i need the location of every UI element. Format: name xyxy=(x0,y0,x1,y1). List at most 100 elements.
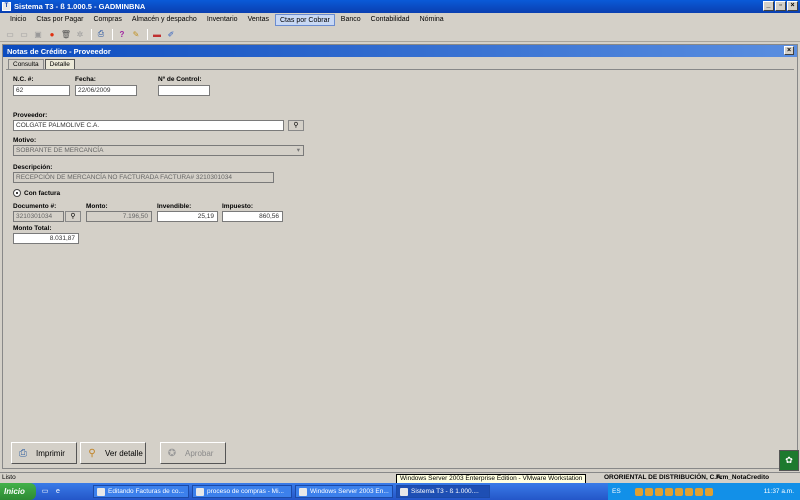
approve-icon: ✪ xyxy=(167,447,177,459)
monto-field[interactable]: 7.196,50 xyxy=(86,211,152,222)
window-controls: _ ▫ × xyxy=(763,1,798,11)
tray-icon[interactable] xyxy=(684,487,693,496)
app-icon xyxy=(400,487,408,496)
tray-icon[interactable] xyxy=(694,487,703,496)
title-bar: T Sistema T3 - ß 1.000.5 - GADMINBNA _ ▫… xyxy=(0,0,800,13)
aprobar-button[interactable]: ✪ Aprobar xyxy=(160,442,226,464)
browser-icon[interactable]: e xyxy=(53,487,63,497)
chevron-down-icon: ▾ xyxy=(296,147,300,154)
vm-icon xyxy=(299,487,307,496)
menu-almacen[interactable]: Almacén y despacho xyxy=(128,14,201,26)
descripcion-label: Descripción: xyxy=(13,164,53,171)
child-close-button[interactable]: × xyxy=(784,46,794,55)
fecha-field[interactable]: 22/06/2009 xyxy=(75,85,137,96)
invendible-label: Invendible: xyxy=(157,203,192,210)
invendible-field[interactable]: 25,19 xyxy=(157,211,218,222)
task-label: Windows Server 2003 En... xyxy=(310,488,389,495)
child-title-bar: Notas de Crédito - Proveedor × xyxy=(3,45,797,57)
stop-icon[interactable]: ● xyxy=(46,28,58,40)
radio-selected-icon xyxy=(13,189,21,197)
motivo-select[interactable]: SOBRANTE DE MERCANCÍA ▾ xyxy=(13,145,304,156)
tray-icon[interactable] xyxy=(634,487,643,496)
printer-icon: ⎙ xyxy=(19,447,27,459)
proveedor-field[interactable]: COLGATE PALMOLIVE C.A. xyxy=(13,120,284,131)
menu-ctas-por-cobrar[interactable]: Ctas por Cobrar xyxy=(275,14,335,26)
menu-ctas-por-pagar[interactable]: Ctas por Pagar xyxy=(32,14,87,26)
document-icon xyxy=(196,487,204,496)
show-desktop-icon[interactable]: ▭ xyxy=(40,487,50,497)
search-documento-button[interactable]: ⚲ xyxy=(65,211,81,222)
save-icon[interactable]: ▣ xyxy=(32,28,44,40)
notas-credito-window: Notas de Crédito - Proveedor × Consulta … xyxy=(2,44,798,469)
language-indicator[interactable]: ES xyxy=(612,488,621,495)
task-item[interactable]: Editando Facturas de co... xyxy=(93,485,189,498)
descripcion-field[interactable]: RECEPCIÓN DE MERCANCÍA NO FACTURADA FACT… xyxy=(13,172,274,183)
clean-icon[interactable]: ✎ xyxy=(130,28,142,40)
documento-field[interactable]: 3210301034 xyxy=(13,211,64,222)
ver-detalle-label: Ver detalle xyxy=(105,448,143,458)
binoculars-icon: ⚲ xyxy=(70,213,76,220)
documento-label: Documento #: xyxy=(13,203,57,210)
child-title: Notas de Crédito - Proveedor xyxy=(7,46,111,56)
control-field[interactable] xyxy=(158,85,210,96)
tray-icon[interactable] xyxy=(644,487,653,496)
start-button[interactable]: Inicio xyxy=(0,483,36,500)
tray-icon[interactable] xyxy=(674,487,683,496)
toolbar-separator xyxy=(147,28,148,40)
company-logo-icon: ✿ xyxy=(779,450,799,471)
link-icon[interactable]: ✐ xyxy=(165,28,177,40)
menu-nomina[interactable]: Nómina xyxy=(416,14,448,26)
impuesto-field[interactable]: 860,56 xyxy=(222,211,283,222)
tray-icon[interactable] xyxy=(664,487,673,496)
edit-icon[interactable]: ▭ xyxy=(18,28,30,40)
magnifier-icon: ⚲ xyxy=(88,447,96,459)
task-item[interactable]: Windows Server 2003 En... xyxy=(295,485,393,498)
task-item-active[interactable]: Sistema T3 - ß 1.000.... xyxy=(396,485,490,498)
minus-icon[interactable]: ▬ xyxy=(151,28,163,40)
con-factura-radio[interactable]: Con factura xyxy=(13,189,60,197)
fecha-label: Fecha: xyxy=(75,76,96,83)
toolbar-separator xyxy=(112,28,113,40)
system-tray: ES 11:37 a.m. xyxy=(608,483,800,500)
nc-label: N.C. #: xyxy=(13,76,34,83)
toolbar: ▭ ▭ ▣ ● 🗑 ✲ ⎙ ? ✎ ▬ ✐ xyxy=(0,27,800,42)
ver-detalle-button[interactable]: ⚲ Ver detalle xyxy=(80,442,146,464)
quick-launch: ▭ e xyxy=(40,487,63,497)
binoculars-icon: ⚲ xyxy=(293,122,299,129)
toolbar-separator xyxy=(91,28,92,40)
new-icon[interactable]: ▭ xyxy=(4,28,16,40)
status-form: Frm_NotaCredito xyxy=(716,474,770,481)
help-icon[interactable]: ? xyxy=(116,28,128,40)
monto-label: Monto: xyxy=(86,203,108,210)
imprimir-button[interactable]: ⎙ Imprimir xyxy=(11,442,77,464)
delete-icon[interactable]: 🗑 xyxy=(60,28,72,40)
tray-icon[interactable] xyxy=(704,487,713,496)
monto-total-label: Monto Total: xyxy=(13,225,52,232)
minimize-button[interactable]: _ xyxy=(763,1,774,11)
lock-icon[interactable]: ✲ xyxy=(74,28,86,40)
menu-compras[interactable]: Compras xyxy=(89,14,125,26)
menu-bar: Inicio Ctas por Pagar Compras Almacén y … xyxy=(0,13,800,27)
menu-banco[interactable]: Banco xyxy=(337,14,365,26)
print-icon[interactable]: ⎙ xyxy=(95,28,107,40)
menu-inicio[interactable]: Inicio xyxy=(6,14,30,26)
search-proveedor-button[interactable]: ⚲ xyxy=(288,120,304,131)
close-button[interactable]: × xyxy=(787,1,798,11)
status-company: ORORIENTAL DE DISTRIBUCIÓN, C.A. xyxy=(604,474,723,481)
aprobar-label: Aprobar xyxy=(185,448,214,458)
taskbar: Inicio ▭ e Editando Facturas de co... pr… xyxy=(0,483,800,500)
proveedor-label: Proveedor: xyxy=(13,112,48,119)
tray-icon[interactable] xyxy=(654,487,663,496)
task-item[interactable]: proceso de compras - Mi... xyxy=(192,485,292,498)
motivo-label: Motivo: xyxy=(13,137,37,144)
maximize-button[interactable]: ▫ xyxy=(775,1,786,11)
imprimir-label: Imprimir xyxy=(36,448,65,458)
monto-total-field[interactable]: 8.031,87 xyxy=(13,233,79,244)
menu-ventas[interactable]: Ventas xyxy=(244,14,273,26)
menu-inventario[interactable]: Inventario xyxy=(203,14,242,26)
clock: 11:37 a.m. xyxy=(763,488,794,495)
menu-contabilidad[interactable]: Contabilidad xyxy=(367,14,414,26)
nc-field[interactable]: 62 xyxy=(13,85,70,96)
task-label: Sistema T3 - ß 1.000.... xyxy=(411,488,479,495)
tray-icons xyxy=(634,487,713,496)
